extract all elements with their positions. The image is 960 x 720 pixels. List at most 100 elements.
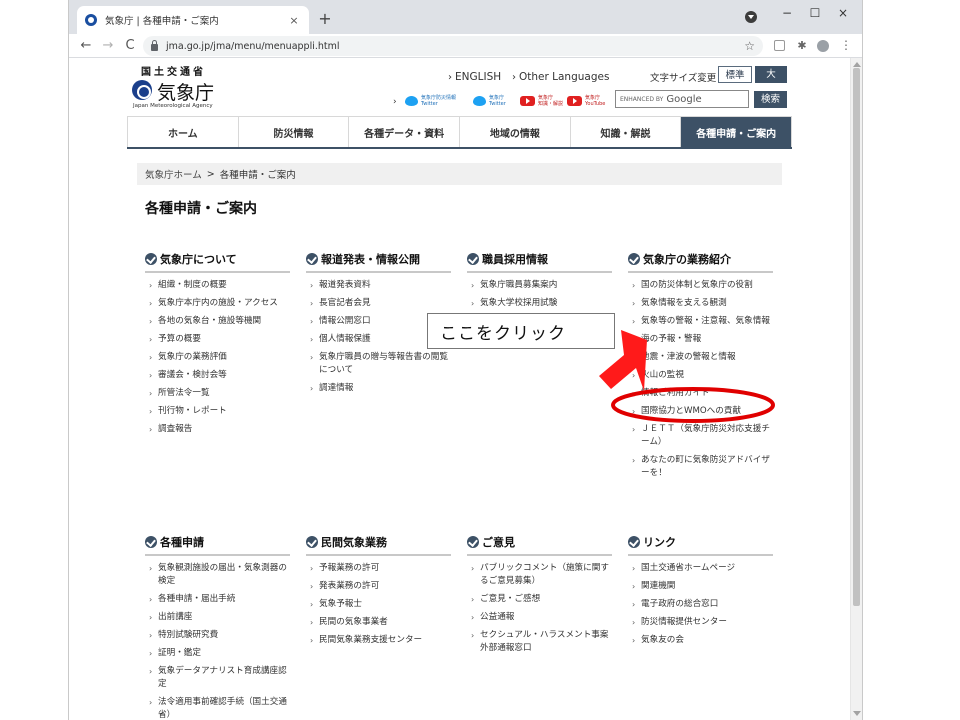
section-link[interactable]: › 各種申請・届出手続 bbox=[145, 593, 290, 606]
section-link[interactable]: › 調査報告 bbox=[145, 423, 290, 436]
section-link[interactable]: › 電子政府の総合窓口 bbox=[628, 598, 773, 611]
check-circle-icon bbox=[145, 253, 157, 265]
english-link[interactable]: › ENGLISH bbox=[448, 71, 501, 83]
browser-tab[interactable]: 気象庁 | 各種申請・ご案内 × bbox=[77, 6, 309, 34]
section-link[interactable]: › 気象庁本庁内の施設・アクセス bbox=[145, 297, 290, 310]
nav-item-disaster-info[interactable]: 防災情報 bbox=[237, 117, 349, 147]
section-link[interactable]: › 民間の気象事業者 bbox=[306, 616, 451, 629]
section-link[interactable]: › 気象データアナリスト育成講座認定 bbox=[145, 665, 290, 691]
section-link-label: 情報ご利用ガイド bbox=[641, 388, 710, 398]
section-link[interactable]: › 予報業務の許可 bbox=[306, 562, 451, 575]
pdf-extension-icon[interactable] bbox=[774, 40, 785, 51]
section-heading[interactable]: 職員採用情報 bbox=[467, 251, 612, 273]
maximize-button[interactable]: ☐ bbox=[805, 6, 825, 20]
section-link[interactable]: › 国際協力とWMOへの貢献 bbox=[628, 405, 773, 418]
section-link[interactable]: › 気象等の警報・注意報、気象情報 bbox=[628, 315, 773, 328]
section-link[interactable]: › 国の防災体制と気象庁の役割 bbox=[628, 279, 773, 292]
section-link[interactable]: › 公益通報 bbox=[467, 611, 612, 624]
section-heading[interactable]: ご意見 bbox=[467, 534, 612, 556]
browser-menu-icon[interactable]: ⋮ bbox=[839, 38, 853, 52]
tab-search-icon[interactable] bbox=[745, 11, 757, 23]
font-standard-button[interactable]: 標準 bbox=[718, 66, 752, 83]
nav-item-applications[interactable]: 各種申請・ご案内 bbox=[680, 117, 793, 147]
section-link[interactable]: › 刊行物・レポート bbox=[145, 405, 290, 418]
section-heading[interactable]: 気象庁の業務紹介 bbox=[628, 251, 773, 273]
section-link[interactable]: › 国土交通省ホームページ bbox=[628, 562, 773, 575]
section-link[interactable]: › 気象庁職員募集案内 bbox=[467, 279, 612, 292]
section-link[interactable]: › 気象大学校採用試験 bbox=[467, 297, 612, 310]
section-link[interactable]: › 民間気象業務支援センター bbox=[306, 634, 451, 647]
section-heading[interactable]: 気象庁について bbox=[145, 251, 290, 273]
nav-item-home[interactable]: ホーム bbox=[127, 117, 238, 147]
nav-item-data[interactable]: 各種データ・資料 bbox=[348, 117, 460, 147]
section-link[interactable]: › 所管法令一覧 bbox=[145, 387, 290, 400]
section-link[interactable]: › 証明・鑑定 bbox=[145, 647, 290, 660]
section-link[interactable]: › 気象観測施設の届出・気象測器の検定 bbox=[145, 562, 290, 588]
scroll-down-icon[interactable] bbox=[853, 711, 861, 716]
social-link-disaster-twitter[interactable]: 気象庁防災情報 Twitter bbox=[405, 93, 456, 109]
section-link[interactable]: › 関連機関 bbox=[628, 580, 773, 593]
section-link[interactable]: › 気象庁職員の贈与等報告書の閲覧について bbox=[306, 351, 451, 377]
section-link[interactable]: › 火山の監視 bbox=[628, 369, 773, 382]
puzzle-extensions-icon[interactable]: ✱ bbox=[795, 39, 809, 53]
section-link[interactable]: › 組織・制度の概要 bbox=[145, 279, 290, 292]
section-heading[interactable]: 民間気象業務 bbox=[306, 534, 451, 556]
agency-name[interactable]: 気象庁 bbox=[157, 78, 214, 105]
jma-logo-icon[interactable] bbox=[132, 80, 152, 100]
section-link[interactable]: › 特別試験研究費 bbox=[145, 629, 290, 642]
social-link-jma-youtube[interactable]: 気象庁 YouTube bbox=[567, 93, 605, 109]
section-link[interactable]: › 出前講座 bbox=[145, 611, 290, 624]
section-link[interactable]: › 審議会・検討会等 bbox=[145, 369, 290, 382]
minimize-button[interactable]: − bbox=[777, 6, 797, 20]
back-button[interactable]: ← bbox=[75, 38, 97, 53]
section-heading[interactable]: リンク bbox=[628, 534, 773, 556]
address-bar[interactable]: jma.go.jp/jma/menu/menuappli.html ☆ bbox=[143, 36, 763, 56]
section-link[interactable]: › 気象友の会 bbox=[628, 634, 773, 647]
nav-item-regional[interactable]: 地域の情報 bbox=[459, 117, 570, 147]
social-link-knowledge-youtube[interactable]: 気象庁 知識・解説 bbox=[520, 93, 563, 109]
section-link[interactable]: › 情報ご利用ガイド bbox=[628, 387, 773, 400]
social-label-line2: Twitter bbox=[421, 101, 438, 107]
scrollbar-thumb[interactable] bbox=[853, 68, 860, 606]
section-link[interactable]: › 法令適用事前確認手続（国土交通省） bbox=[145, 696, 290, 720]
font-large-button[interactable]: 大 bbox=[755, 66, 787, 83]
section-link[interactable]: › 各地の気象台・施設等機関 bbox=[145, 315, 290, 328]
section-link[interactable]: › 長官記者会見 bbox=[306, 297, 451, 310]
close-window-button[interactable]: × bbox=[833, 6, 853, 20]
section-link[interactable]: › 調達情報 bbox=[306, 382, 451, 395]
reload-button[interactable]: C bbox=[119, 38, 141, 53]
url-text[interactable]: jma.go.jp/jma/menu/menuappli.html bbox=[166, 41, 744, 52]
section-link[interactable]: › 報道発表資料 bbox=[306, 279, 451, 292]
social-link-jma-twitter[interactable]: 気象庁 Twitter bbox=[473, 93, 506, 109]
section-link-label: 電子政府の総合窓口 bbox=[641, 599, 719, 609]
section-heading[interactable]: 各種申請 bbox=[145, 534, 290, 556]
new-tab-button[interactable]: + bbox=[316, 9, 334, 28]
page-scrollbar[interactable] bbox=[850, 58, 862, 720]
section-link[interactable]: › 気象情報を支える観測 bbox=[628, 297, 773, 310]
section-link[interactable]: › ご意見・ご感想 bbox=[467, 593, 612, 606]
section-link[interactable]: › ＪＥＴＴ（気象庁防災対応支援チーム） bbox=[628, 423, 773, 449]
section-link[interactable]: › 発表業務の許可 bbox=[306, 580, 451, 593]
close-tab-icon[interactable]: × bbox=[287, 14, 301, 27]
site-search-input[interactable]: ENHANCED BY Google bbox=[615, 90, 749, 108]
scroll-up-icon[interactable] bbox=[853, 62, 861, 67]
section-link[interactable]: › 海の予報・警報 bbox=[628, 333, 773, 346]
nav-item-knowledge[interactable]: 知識・解説 bbox=[569, 117, 681, 147]
section-link[interactable]: › 気象庁の業務評価 bbox=[145, 351, 290, 364]
section-link[interactable]: › 予算の概要 bbox=[145, 333, 290, 346]
bookmark-star-icon[interactable]: ☆ bbox=[744, 39, 755, 53]
section-link[interactable]: › セクシュアル・ハラスメント事案外部通報窓口 bbox=[467, 629, 612, 655]
breadcrumb-home-link[interactable]: 気象庁ホーム bbox=[145, 167, 202, 181]
section-link[interactable]: › 気象予報士 bbox=[306, 598, 451, 611]
section-link[interactable]: › あなたの町に気象防災アドバイザーを！ bbox=[628, 454, 773, 480]
section-link[interactable]: › 防災情報提供センター bbox=[628, 616, 773, 629]
section-link[interactable]: › 地震・津波の警報と情報 bbox=[628, 351, 773, 364]
chevron-right-icon: › bbox=[149, 631, 153, 640]
search-button[interactable]: 検索 bbox=[754, 91, 787, 108]
other-languages-link[interactable]: › Other Languages bbox=[512, 71, 609, 83]
section-heading[interactable]: 報道発表・情報公開 bbox=[306, 251, 451, 273]
lock-icon[interactable] bbox=[151, 39, 158, 51]
forward-button[interactable]: → bbox=[97, 38, 119, 53]
section-link[interactable]: › パブリックコメント（施策に関するご意見募集） bbox=[467, 562, 612, 588]
profile-avatar-icon[interactable] bbox=[817, 40, 829, 52]
